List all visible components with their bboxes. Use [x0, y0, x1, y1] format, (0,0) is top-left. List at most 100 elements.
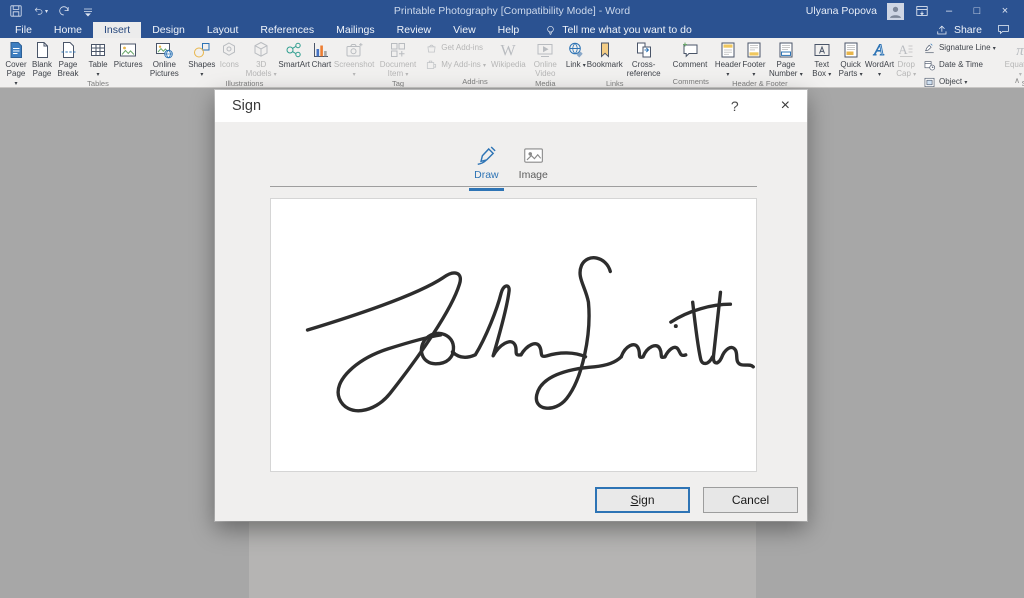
sign-dialog: Sign ? × Draw Image — [215, 90, 807, 521]
dialog-tab-draw[interactable]: Draw — [471, 144, 502, 189]
word-application-window: ▾ Printable Photography [Compatibility M… — [0, 0, 1024, 598]
date-time-icon — [923, 59, 936, 72]
ribbon-group-media: Online VideoMedia — [531, 39, 560, 87]
title-bar: ▾ Printable Photography [Compatibility M… — [0, 0, 1024, 22]
maximize-button[interactable]: □ — [968, 5, 986, 17]
signature-line-button[interactable]: Signature Line ▾ — [920, 41, 999, 56]
footer-button[interactable]: Footer ▾ — [741, 39, 767, 79]
tell-me-bulb-icon — [544, 24, 557, 37]
object-icon — [923, 76, 936, 88]
models-3d-icon — [251, 40, 271, 60]
wordart-button[interactable]: AWordArt ▾ — [866, 39, 892, 79]
ribbon-tab-mailings[interactable]: Mailings — [325, 22, 386, 38]
user-avatar[interactable] — [887, 3, 904, 20]
ribbon-tab-references[interactable]: References — [249, 22, 325, 38]
page-break-icon — [58, 40, 78, 60]
svg-text:π: π — [1017, 43, 1024, 59]
quick-parts-button[interactable]: Quick Parts ▾ — [835, 39, 867, 79]
minimize-button[interactable]: – — [940, 5, 958, 17]
drop-cap-icon: A — [896, 40, 916, 60]
cancel-button[interactable]: Cancel — [703, 487, 798, 513]
share-button[interactable]: Share — [934, 22, 982, 38]
comment-button[interactable]: Comment — [671, 39, 710, 70]
ribbon-tab-insert[interactable]: Insert — [93, 22, 141, 38]
equation-icon: π — [1010, 40, 1024, 60]
pictures-icon — [118, 40, 138, 60]
table-button[interactable]: Table ▾ — [85, 39, 111, 79]
sign-button[interactable]: Sign — [595, 487, 690, 513]
text-box-icon — [812, 40, 832, 60]
signature-drawing — [271, 199, 756, 471]
comments-icon[interactable] — [996, 22, 1012, 38]
group-label: Illustrations — [115, 79, 374, 88]
smartart-icon — [284, 40, 304, 60]
bookmark-button[interactable]: Bookmark — [589, 39, 621, 70]
ribbon-tab-view[interactable]: View — [442, 22, 487, 38]
close-button[interactable]: × — [996, 5, 1014, 17]
ribbon-group-tables: Table ▾Tables — [84, 39, 112, 87]
redo-button[interactable] — [56, 3, 72, 19]
wikipedia-icon: W — [498, 40, 518, 60]
smartart-button[interactable]: SmartArt — [280, 39, 308, 70]
online-pictures-button[interactable]: Online Pictures — [141, 39, 187, 79]
pictures-button[interactable]: Pictures — [115, 39, 141, 70]
save-button[interactable] — [8, 3, 24, 19]
group-label: Media — [532, 79, 559, 88]
ribbon-tab-file[interactable]: File — [4, 22, 43, 38]
link-button[interactable]: Link ▾ — [563, 39, 589, 70]
quick-access-toolbar: ▾ — [0, 3, 96, 19]
group-label: Header & Footer — [715, 79, 805, 88]
chart-button[interactable]: Chart — [308, 39, 334, 70]
table-icon — [88, 40, 108, 60]
dialog-tab-image[interactable]: Image — [516, 144, 551, 189]
shapes-button[interactable]: Shapes ▾ — [187, 39, 216, 79]
page-break-button[interactable]: Page Break — [55, 39, 81, 79]
object-button[interactable]: Object ▾ — [920, 75, 999, 88]
page-number-button[interactable]: Page Number ▾ — [767, 39, 805, 79]
svg-text:A: A — [899, 42, 909, 57]
get-add-ins-button: Get Add-ins — [422, 41, 489, 56]
ribbon-tabs: FileHomeInsertDesignLayoutReferencesMail… — [0, 22, 530, 38]
online-video-button: Online Video — [532, 39, 559, 79]
wikipedia-button: WWikipedia — [489, 39, 528, 70]
dialog-close-button[interactable]: × — [781, 97, 790, 115]
ribbon-group-header-footer: Header ▾Footer ▾Page Number ▾Header & Fo… — [714, 39, 806, 87]
ribbon-tab-help[interactable]: Help — [487, 22, 531, 38]
group-label: Comments — [671, 77, 711, 87]
ribbon: ∧ Cover Page ▾Blank PagePage BreakPagesT… — [0, 38, 1024, 88]
blank-page-button[interactable]: Blank Page — [29, 39, 55, 79]
screenshot-button: Screenshot ▾ — [334, 39, 373, 79]
undo-button[interactable]: ▾ — [32, 3, 48, 19]
cross-reference-icon — [634, 40, 654, 60]
date-time-button[interactable]: Date & Time — [920, 58, 999, 73]
svg-text:A: A — [874, 42, 885, 59]
ribbon-group-tag: Document Item ▾Tag — [377, 39, 419, 87]
header-button[interactable]: Header ▾ — [715, 39, 741, 79]
ribbon-tab-review[interactable]: Review — [386, 22, 442, 38]
share-label: Share — [954, 24, 982, 36]
ribbon-group-text: Text Box ▾Quick Parts ▾AWordArt ▾ADrop C… — [808, 39, 1000, 87]
collapse-ribbon-icon[interactable]: ∧ — [1014, 76, 1020, 85]
ribbon-tab-home[interactable]: Home — [43, 22, 93, 38]
page-number-icon — [776, 40, 796, 60]
customize-qat-button[interactable] — [80, 3, 96, 19]
tell-me-search[interactable]: Tell me what you want to do — [544, 22, 692, 38]
group-label: Add-ins — [422, 77, 528, 87]
ribbon-display-options-button[interactable] — [914, 3, 930, 19]
cross-reference-button[interactable]: Cross-reference — [621, 39, 667, 79]
ribbon-tab-layout[interactable]: Layout — [196, 22, 250, 38]
share-icon — [934, 22, 950, 38]
document-item-button: Document Item ▾ — [378, 39, 418, 79]
draw-pen-icon — [475, 144, 497, 166]
icons-button: Icons — [216, 39, 242, 70]
group-label: Links — [563, 79, 667, 88]
icons-icon — [219, 40, 239, 60]
tabs-separator — [270, 186, 757, 187]
3d-models-button: 3D Models ▾ — [242, 39, 280, 79]
dialog-help-button[interactable]: ? — [731, 98, 739, 114]
text-box-button[interactable]: Text Box ▾ — [809, 39, 835, 79]
my-addins-icon — [425, 59, 438, 72]
signature-canvas[interactable] — [270, 198, 757, 472]
ribbon-tab-design[interactable]: Design — [141, 22, 196, 38]
cover-page-button[interactable]: Cover Page ▾ — [3, 39, 29, 88]
